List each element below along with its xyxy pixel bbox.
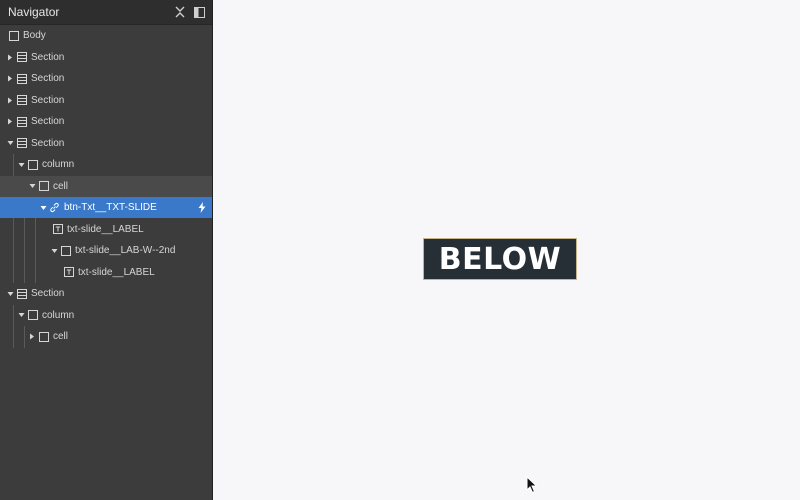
tree-item[interactable]: column bbox=[0, 154, 212, 175]
tree-item[interactable]: btn-Txt__TXT-SLIDE bbox=[0, 197, 212, 218]
caret-down-icon[interactable] bbox=[39, 204, 47, 212]
div-icon bbox=[60, 245, 71, 256]
section-icon bbox=[16, 138, 27, 149]
div-icon bbox=[38, 331, 49, 342]
tree-item[interactable]: txt-slide__LAB-W--2nd bbox=[0, 240, 212, 261]
caret-down-icon[interactable] bbox=[17, 161, 25, 169]
tree-item[interactable]: cell bbox=[0, 175, 212, 197]
tree-item-label: Section bbox=[31, 94, 65, 106]
caret-down-icon[interactable] bbox=[17, 311, 25, 319]
mouse-cursor-icon bbox=[526, 476, 538, 494]
tree-item-label: txt-slide__LAB-W--2nd bbox=[75, 245, 176, 256]
below-button[interactable]: BELOW bbox=[423, 238, 577, 280]
div-icon bbox=[27, 159, 38, 170]
section-icon bbox=[16, 52, 27, 63]
tree-item[interactable]: Section bbox=[0, 47, 212, 68]
tree-item-label: btn-Txt__TXT-SLIDE bbox=[64, 202, 157, 213]
caret-right-icon[interactable] bbox=[6, 53, 14, 61]
tree-item[interactable]: Body bbox=[0, 25, 212, 46]
caret-right-icon[interactable] bbox=[6, 75, 14, 83]
collapse-all-icon[interactable] bbox=[175, 6, 185, 18]
caret-right-icon[interactable] bbox=[6, 96, 14, 104]
body-icon bbox=[8, 30, 19, 41]
div-icon bbox=[38, 181, 49, 192]
tree-item-label: Section bbox=[31, 51, 65, 63]
caret-down-icon[interactable] bbox=[6, 290, 14, 298]
tree-item[interactable]: Section bbox=[0, 111, 212, 132]
tree-item[interactable]: Section bbox=[0, 90, 212, 111]
panel-toggle-icon[interactable] bbox=[194, 6, 205, 18]
navigator-title: Navigator bbox=[8, 5, 60, 19]
tree-item-label: txt-slide__LABEL bbox=[67, 223, 144, 235]
section-icon bbox=[16, 116, 27, 127]
tree-item[interactable]: Section bbox=[0, 283, 212, 304]
tree-item[interactable]: Section bbox=[0, 68, 212, 89]
tree-item[interactable]: column bbox=[0, 305, 212, 326]
tree-item-label: txt-slide__LABEL bbox=[78, 266, 155, 278]
caret-right-icon[interactable] bbox=[6, 118, 14, 126]
caret-right-icon[interactable] bbox=[28, 333, 36, 341]
caret-down-icon[interactable] bbox=[50, 247, 58, 255]
tree-item[interactable]: cell bbox=[0, 326, 212, 347]
section-icon bbox=[16, 73, 27, 84]
bolt-icon bbox=[198, 202, 206, 216]
caret-down-icon[interactable] bbox=[6, 139, 14, 147]
tree-item-label: column bbox=[42, 159, 75, 170]
navigator-panel: Navigator Body Section Section Section Secti… bbox=[0, 0, 213, 500]
section-icon bbox=[16, 288, 27, 299]
link-icon bbox=[49, 202, 60, 213]
tree-item-label: column bbox=[42, 309, 75, 321]
tree-item-label: Body bbox=[23, 30, 46, 41]
tree-item[interactable]: Section bbox=[0, 133, 212, 154]
caret-down-icon[interactable] bbox=[28, 182, 36, 190]
navigator-header: Navigator bbox=[0, 0, 212, 25]
text-icon bbox=[63, 267, 74, 278]
tree-item-label: Section bbox=[31, 73, 65, 84]
text-icon bbox=[52, 224, 63, 235]
tree-item-label: Section bbox=[31, 116, 65, 127]
design-canvas[interactable]: BELOW bbox=[213, 0, 800, 500]
below-button-label: BELOW bbox=[438, 241, 562, 277]
section-icon bbox=[16, 95, 27, 106]
tree-item-label: cell bbox=[53, 180, 69, 192]
tree-item[interactable]: txt-slide__LABEL bbox=[0, 262, 212, 283]
div-icon bbox=[27, 310, 38, 321]
tree-item-label: cell bbox=[53, 331, 69, 342]
tree-item[interactable]: txt-slide__LABEL bbox=[0, 219, 212, 240]
tree-item-label: Section bbox=[31, 137, 65, 149]
tree-item-label: Section bbox=[31, 288, 65, 299]
